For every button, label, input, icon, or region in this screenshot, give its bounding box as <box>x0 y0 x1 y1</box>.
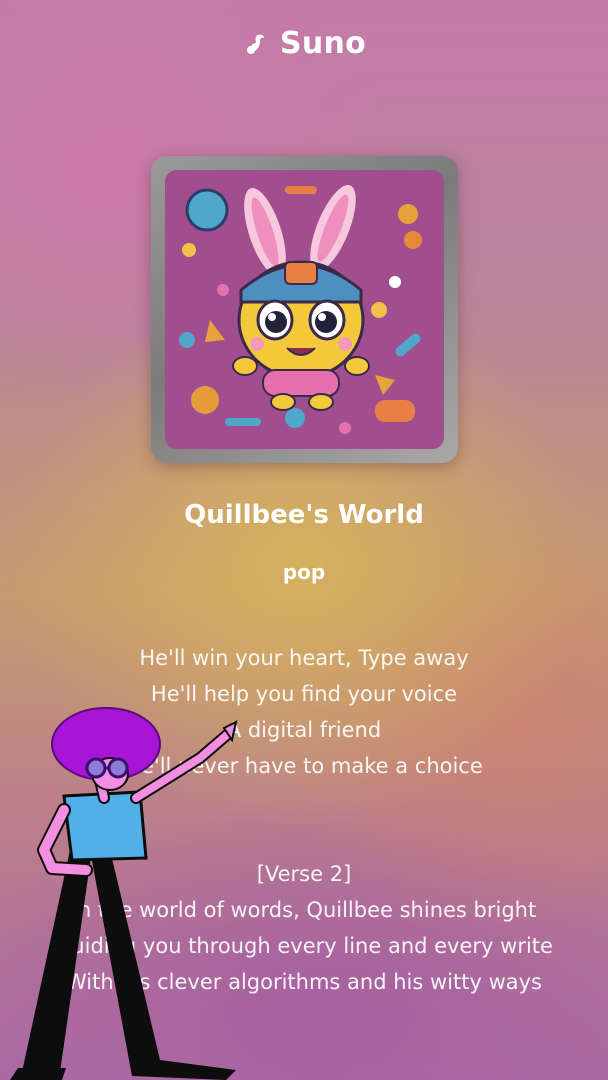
header: Suno <box>0 26 608 61</box>
dancing-character-overlay <box>10 707 238 1080</box>
song-genre: pop <box>282 560 326 584</box>
suno-logo-icon <box>246 34 264 54</box>
album-art <box>165 170 444 449</box>
lyric-line: He'll win your heart, Type away <box>139 646 469 670</box>
brand-name: Suno <box>279 26 367 61</box>
album-art-frame <box>151 156 458 463</box>
song-title: Quillbee's World <box>184 500 424 530</box>
album-art-illustration <box>165 170 444 449</box>
